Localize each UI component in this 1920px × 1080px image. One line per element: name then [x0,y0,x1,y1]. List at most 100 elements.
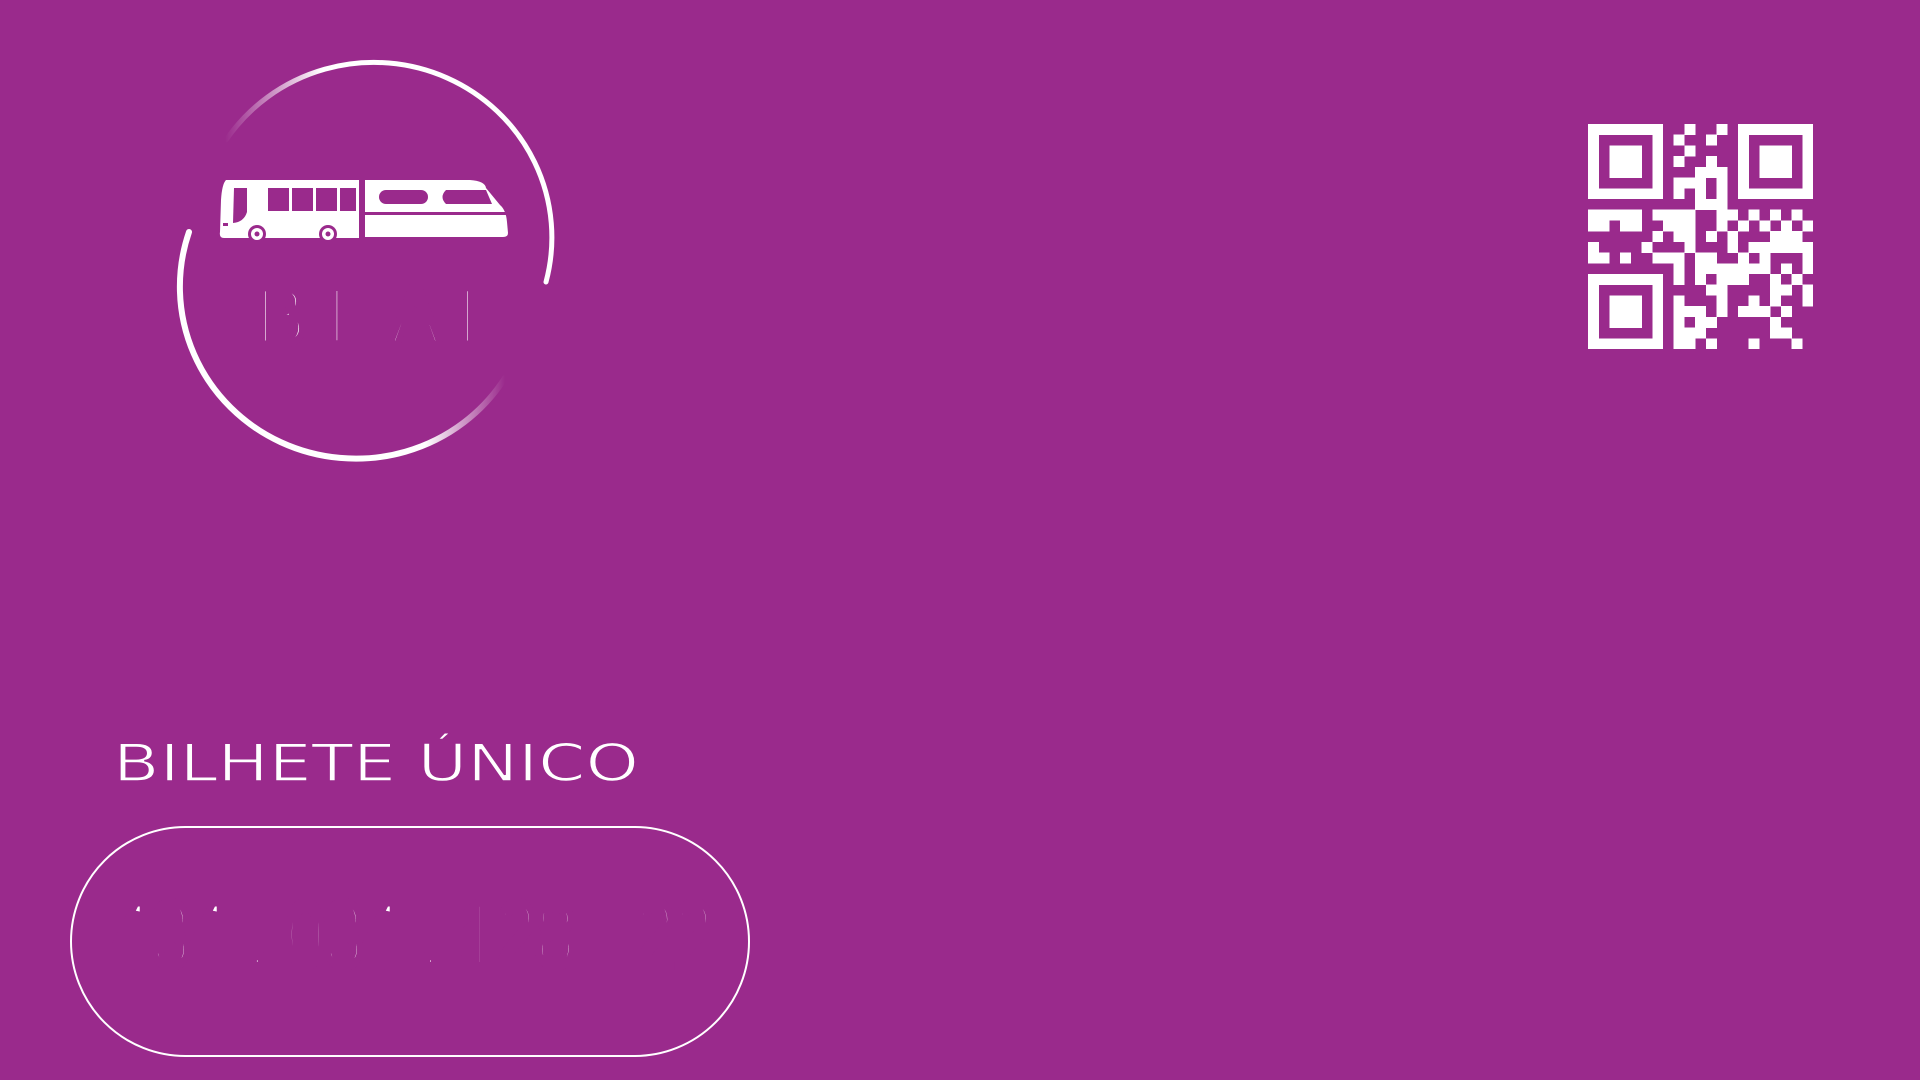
qr-module [1641,188,1653,200]
qr-module [1791,209,1803,221]
qr-module [1620,220,1632,232]
qr-module [1684,177,1696,189]
qr-module [1598,220,1610,232]
qr-module [1695,177,1707,189]
qr-module [1748,306,1760,318]
qr-module [1695,306,1707,318]
qr-module [1738,156,1749,168]
qr-module [1738,252,1749,264]
qr-module [1684,209,1696,221]
qr-module [1780,145,1792,157]
qr-module [1630,166,1642,178]
qr-module [1802,284,1813,296]
qr-module [1673,327,1685,339]
qr-module [1684,241,1696,253]
qr-module [1684,220,1696,232]
qr-module [1780,220,1792,232]
card-number: 434 . 034 . 128 - 22 [109,880,717,990]
qr-module [1802,220,1813,232]
qr-module [1652,316,1664,328]
qr-module [1598,338,1610,349]
qr-module [1738,306,1749,318]
qr-module [1652,306,1664,318]
qr-module [1770,231,1782,243]
qr-module [1673,156,1685,168]
qr-module [1780,327,1792,339]
qr-module [1588,306,1599,318]
qr-module [1759,241,1771,253]
qr-module [1684,306,1696,318]
qr-module [1673,295,1685,307]
qr-module [1641,338,1653,349]
qr-module [1652,156,1664,168]
qr-module [1738,177,1749,189]
qr-module [1716,306,1728,318]
qr-module [1770,316,1782,328]
qr-module [1684,231,1696,243]
qr-module [1802,295,1813,307]
qr-module [1620,274,1632,285]
card-title: BILHETE ÚNICO [113,731,640,791]
qr-module [1652,166,1664,178]
qr-module [1620,209,1632,221]
qr-module [1802,252,1813,264]
qr-module [1652,295,1664,307]
logo-text: B F A I [256,271,478,362]
qr-module [1609,306,1621,318]
qr-module [1588,145,1599,157]
qr-module [1705,231,1717,243]
qr-module [1738,263,1749,275]
qr-module [1673,220,1685,232]
qr-module [1641,124,1653,135]
qr-module [1770,145,1782,157]
qr-module [1663,209,1674,221]
qr-module [1695,188,1707,200]
qr-module [1759,124,1771,135]
qr-module [1588,241,1599,253]
qr-module [1673,306,1685,318]
qr-module [1620,124,1632,135]
qr-module [1780,156,1792,168]
logo-ring-top [223,59,555,285]
qr-module [1673,274,1685,285]
qr-module [1630,295,1642,307]
qr-module [1802,188,1813,200]
qr-module [1716,295,1728,307]
qr-module [1609,209,1621,221]
qr-module [1738,220,1749,232]
qr-module [1802,241,1813,253]
qr-module [1770,274,1782,285]
qr-module [1802,124,1813,135]
qr-module [1716,274,1728,285]
qr-module [1598,188,1610,200]
qr-module [1780,188,1792,200]
qr-module [1705,338,1717,349]
qr-module [1748,241,1760,253]
qr-module [1620,316,1632,328]
qr-module [1716,124,1728,135]
qr-module [1770,124,1782,135]
qr-module [1673,188,1685,200]
qr-module [1759,263,1771,275]
qr-module [1802,134,1813,146]
qr-module [1716,166,1728,178]
qr-module [1770,241,1782,253]
qr-module [1705,134,1717,146]
qr-code-icon[interactable] [1588,124,1813,349]
qr-module [1630,145,1642,157]
qr-module [1588,177,1599,189]
qr-module [1770,156,1782,168]
qr-module [1780,284,1792,296]
qr-module [1620,156,1632,168]
qr-module [1673,231,1685,243]
bus-icon [219,180,359,243]
qr-module [1598,274,1610,285]
qr-module [1620,306,1632,318]
qr-module [1684,124,1696,135]
qr-module [1652,188,1664,200]
qr-module [1620,166,1632,178]
qr-module [1770,209,1782,221]
qr-module [1588,134,1599,146]
qr-module [1748,338,1760,349]
qr-module [1598,252,1610,264]
